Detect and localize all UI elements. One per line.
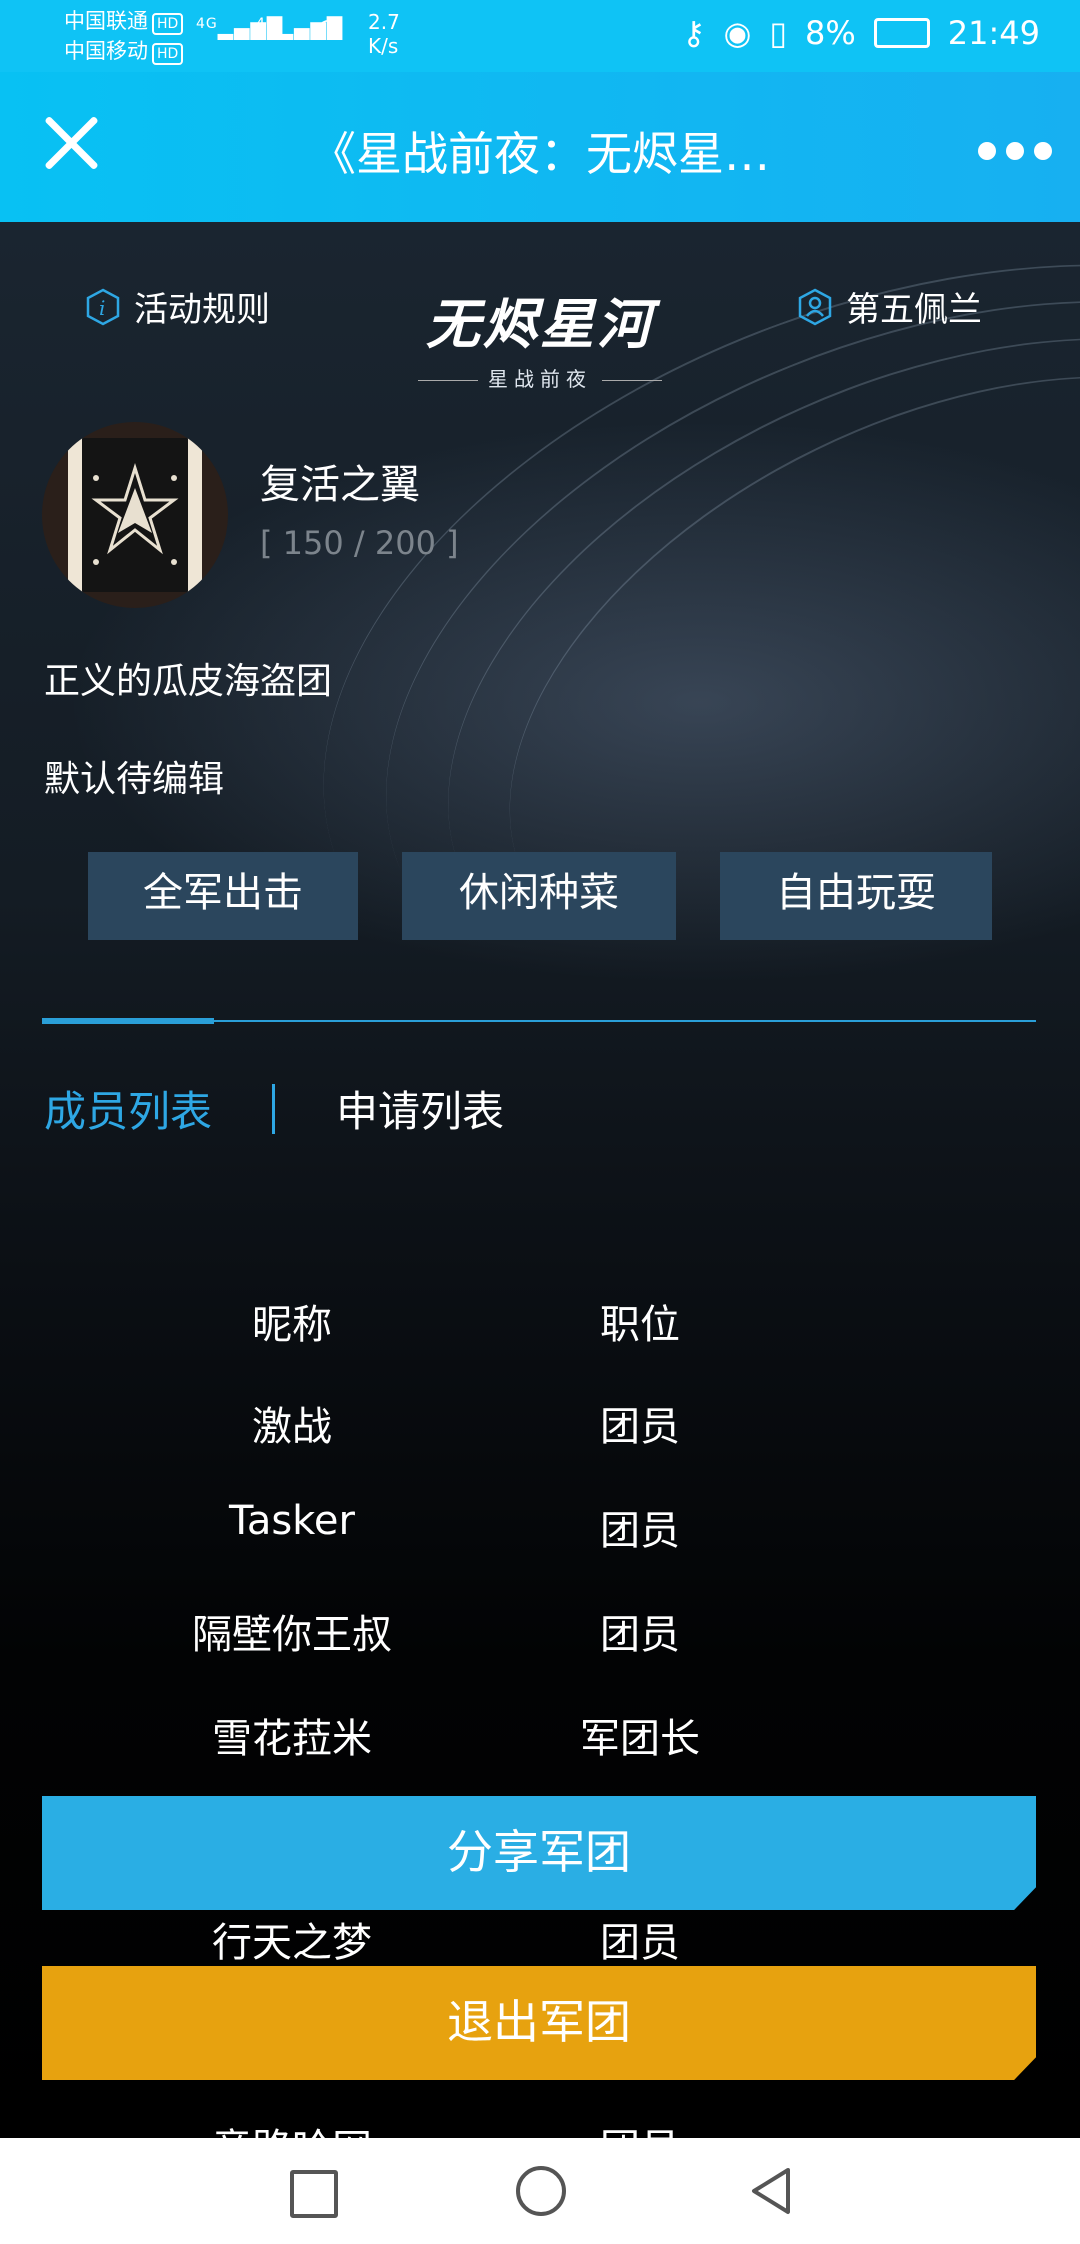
guild-description: 默认待编辑 — [44, 759, 225, 800]
share-guild-button[interactable]: 分享军团 — [42, 1796, 1036, 1910]
activity-rules-link[interactable]: i 活动规则 — [86, 282, 270, 331]
member-role: 军团长 — [580, 1716, 700, 1762]
member-name: 行天之梦 — [212, 1920, 372, 1966]
table-header: 昵称 职位 — [0, 1292, 1080, 1372]
member-name: 竞路哈网 — [142, 2116, 442, 2138]
exit-guild-button[interactable]: 退出军团 — [42, 1966, 1036, 2080]
table-row[interactable]: 竞路哈网 团员 — [0, 2116, 1080, 2138]
hd-badge-1: HD — [152, 13, 184, 35]
member-role: 团员 — [600, 1508, 680, 1554]
table-row[interactable]: Tasker 团员 — [0, 1498, 1080, 1578]
info-icon: i — [86, 288, 120, 325]
activity-rules-label: 活动规则 — [134, 290, 270, 330]
svg-text:i: i — [99, 296, 105, 320]
page-title: 《星战前夜：无烬星… — [310, 127, 770, 181]
back-icon[interactable] — [744, 2164, 798, 2218]
logo-title: 无烬星河 — [426, 293, 654, 356]
tab-active-indicator — [42, 1018, 214, 1024]
member-name: 激战 — [252, 1404, 332, 1450]
system-nav-bar — [0, 2138, 1080, 2244]
clock: 21:49 — [947, 14, 1040, 52]
member-role: 团员 — [490, 2116, 790, 2138]
network-speed: 2.7 K/s — [368, 10, 400, 58]
header-position: 职位 — [600, 1302, 680, 1348]
title-bar: 《星战前夜：无烬星… — [0, 72, 1080, 222]
guild-slogan: 正义的瓜皮海盗团 — [44, 661, 333, 702]
guild-tag-1: 全军出击 — [88, 852, 358, 940]
vibrate-icon: ▯ — [769, 14, 788, 52]
table-row[interactable]: 隔壁你王叔 团员 — [0, 1602, 1080, 1682]
home-icon[interactable] — [516, 2166, 566, 2216]
battery-percent: 8% — [805, 14, 856, 52]
member-role: 团员 — [600, 1612, 680, 1658]
status-bar: 中国联通 HD 中国移动 HD 4G▂▄▆█ 4G▂▄▆█ ◠ 2.7 K/s ⚷ … — [0, 0, 1080, 72]
tab-member-list[interactable]: 成员列表 — [44, 1078, 212, 1139]
guild-member-count: [ 150 / 200 ] — [260, 524, 459, 562]
member-name: Tasker — [229, 1498, 355, 1544]
carrier2: 中国移动 — [64, 39, 148, 63]
header-nickname: 昵称 — [252, 1302, 332, 1348]
guild-name: 复活之翼 — [260, 462, 420, 508]
member-name: 雪花菈米 — [212, 1716, 372, 1762]
member-name: 隔壁你王叔 — [192, 1612, 392, 1658]
user-link[interactable]: 第五佩兰 — [798, 282, 982, 331]
guild-tag-2: 休闲种菜 — [402, 852, 676, 940]
carrier-info: 中国联通 HD 中国移动 HD — [64, 6, 184, 66]
user-name: 第五佩兰 — [846, 290, 982, 330]
hd-badge-2: HD — [152, 43, 184, 65]
user-icon — [798, 288, 832, 325]
more-menu-icon[interactable] — [978, 142, 1052, 160]
tab-application-list[interactable]: 申请列表 — [336, 1078, 504, 1139]
guild-emblem — [42, 422, 228, 608]
member-role: 团员 — [600, 1920, 680, 1966]
wifi-icon: ◠ — [316, 12, 342, 45]
tab-separator — [272, 1084, 275, 1134]
recent-apps-icon[interactable] — [290, 2170, 338, 2218]
main-content: i 活动规则 无烬星河 星战前夜 第五佩兰 复活之翼 [ 150 / 200]… — [0, 222, 1080, 2138]
game-logo: 无烬星河 星战前夜 — [390, 280, 690, 392]
star-wing-icon — [91, 462, 179, 565]
table-row[interactable]: 雪花菈米 军团长 — [0, 1706, 1080, 1786]
battery-icon — [873, 18, 930, 48]
eye-icon: ◉ — [723, 14, 752, 52]
logo-subtitle: 星战前夜 — [390, 363, 690, 392]
carrier1: 中国联通 — [64, 9, 148, 33]
guild-tag-3: 自由玩耍 — [720, 852, 992, 940]
table-row[interactable]: 激战 团员 — [0, 1394, 1080, 1474]
key-icon: ⚷ — [682, 14, 706, 52]
status-right: ⚷ ◉ ▯ 8% 21:49 — [682, 14, 1040, 52]
member-role: 团员 — [600, 1404, 680, 1450]
